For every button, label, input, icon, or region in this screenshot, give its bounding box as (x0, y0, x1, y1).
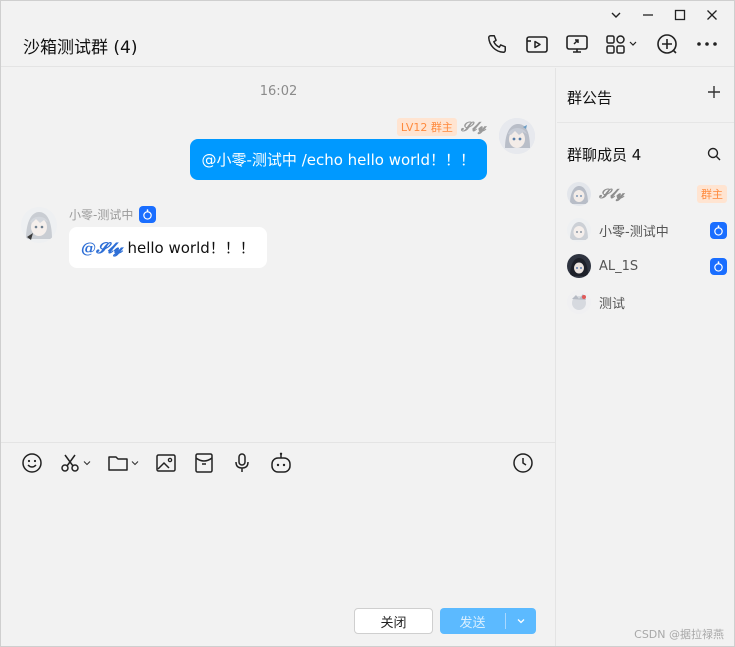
message-list[interactable]: 16:02 LV12 群主 𝓢𝓵𝔂 @小零-测试中 /echo hello wo… (1, 68, 556, 442)
clock-icon[interactable] (511, 451, 535, 475)
red-packet-icon[interactable] (193, 451, 215, 475)
member-item[interactable]: AL_1S (567, 253, 727, 279)
self-sender-name[interactable]: 𝓢𝓵𝔂 (461, 120, 487, 135)
member-name: 𝓢𝓵𝔂 (599, 186, 626, 202)
message-timestamp: 16:02 (259, 84, 298, 99)
group-title: 沙箱测试群 (4) (23, 38, 138, 58)
member-item[interactable]: 测试 (567, 289, 727, 315)
minimize-icon[interactable] (632, 5, 664, 25)
more-icon[interactable] (694, 31, 720, 57)
folder-icon[interactable] (107, 451, 139, 475)
add-circle-icon[interactable] (654, 31, 680, 57)
owner-tag: 群主 (697, 185, 727, 203)
chat-window: 沙箱测试群 (4) 16:02 LV12 群主 𝓢𝓵𝔂 @小零-测试中 /ech… (0, 0, 735, 647)
chat-header: 沙箱测试群 (4) (1, 25, 734, 67)
member-avatar (567, 290, 591, 314)
other-avatar[interactable] (21, 207, 57, 243)
composer-toolbar (21, 451, 309, 475)
member-avatar (567, 218, 591, 242)
bot-badge-icon (710, 257, 727, 275)
robot-icon[interactable] (269, 451, 293, 475)
member-item[interactable]: 𝓢𝓵𝔂 群主 (567, 181, 727, 207)
add-announcement-plus-icon[interactable] (706, 84, 722, 100)
bot-badge-icon (710, 221, 727, 239)
self-message-meta: LV12 群主 𝓢𝓵𝔂 (396, 118, 487, 136)
phone-icon[interactable] (484, 31, 510, 57)
send-options-chevron-icon[interactable] (506, 616, 536, 626)
member-name: 小零-测试中 (599, 224, 669, 240)
send-button[interactable]: 发送 (440, 608, 536, 634)
self-avatar[interactable] (499, 118, 535, 154)
other-message-bubble[interactable]: @𝓢𝓵𝔂 hello world！！！ (69, 227, 267, 268)
header-actions (484, 31, 720, 57)
image-icon[interactable] (155, 451, 177, 475)
member-name: AL_1S (599, 258, 639, 274)
send-button-label[interactable]: 发送 (440, 612, 505, 631)
members-title: 群聊成员 4 (567, 146, 642, 164)
message-composer[interactable]: 关闭 发送 (1, 442, 556, 646)
bot-badge-icon (139, 206, 157, 223)
window-controls (600, 5, 728, 25)
close-button[interactable]: 关闭 (354, 608, 433, 634)
member-search-icon[interactable] (706, 146, 722, 162)
video-icon[interactable] (524, 31, 550, 57)
apps-icon[interactable] (604, 31, 640, 57)
member-avatar (567, 254, 591, 278)
other-message-meta: 小零-测试中 (69, 206, 157, 223)
chevron-down-icon[interactable] (600, 5, 632, 25)
other-message-text: hello world！！！ (122, 239, 255, 257)
watermark-text: CSDN @据拉禄燕 (634, 628, 724, 641)
announcement-title[interactable]: 群公告 (567, 87, 612, 108)
maximize-icon[interactable] (664, 5, 696, 25)
group-side-panel: 群公告 群聊成员 4 𝓢𝓵𝔂 群主 小零-测试中 AL_1S 测试 CSDN @… (557, 68, 734, 646)
member-name: 测试 (599, 296, 626, 312)
member-avatar (567, 182, 591, 206)
close-icon[interactable] (696, 5, 728, 25)
self-message-bubble[interactable]: @小零-测试中 /echo hello world！！！ (189, 139, 487, 180)
microphone-icon[interactable] (231, 451, 253, 475)
panel-divider (557, 122, 734, 123)
other-sender-name[interactable]: 小零-测试中 (69, 206, 133, 223)
scissors-icon[interactable] (59, 451, 91, 475)
member-item[interactable]: 小零-测试中 (567, 217, 727, 243)
level-badge: LV12 群主 (396, 118, 457, 136)
screen-share-icon[interactable] (564, 31, 590, 57)
mention-link[interactable]: @𝓢𝓵𝔂 (81, 239, 123, 257)
emoji-icon[interactable] (21, 451, 43, 475)
